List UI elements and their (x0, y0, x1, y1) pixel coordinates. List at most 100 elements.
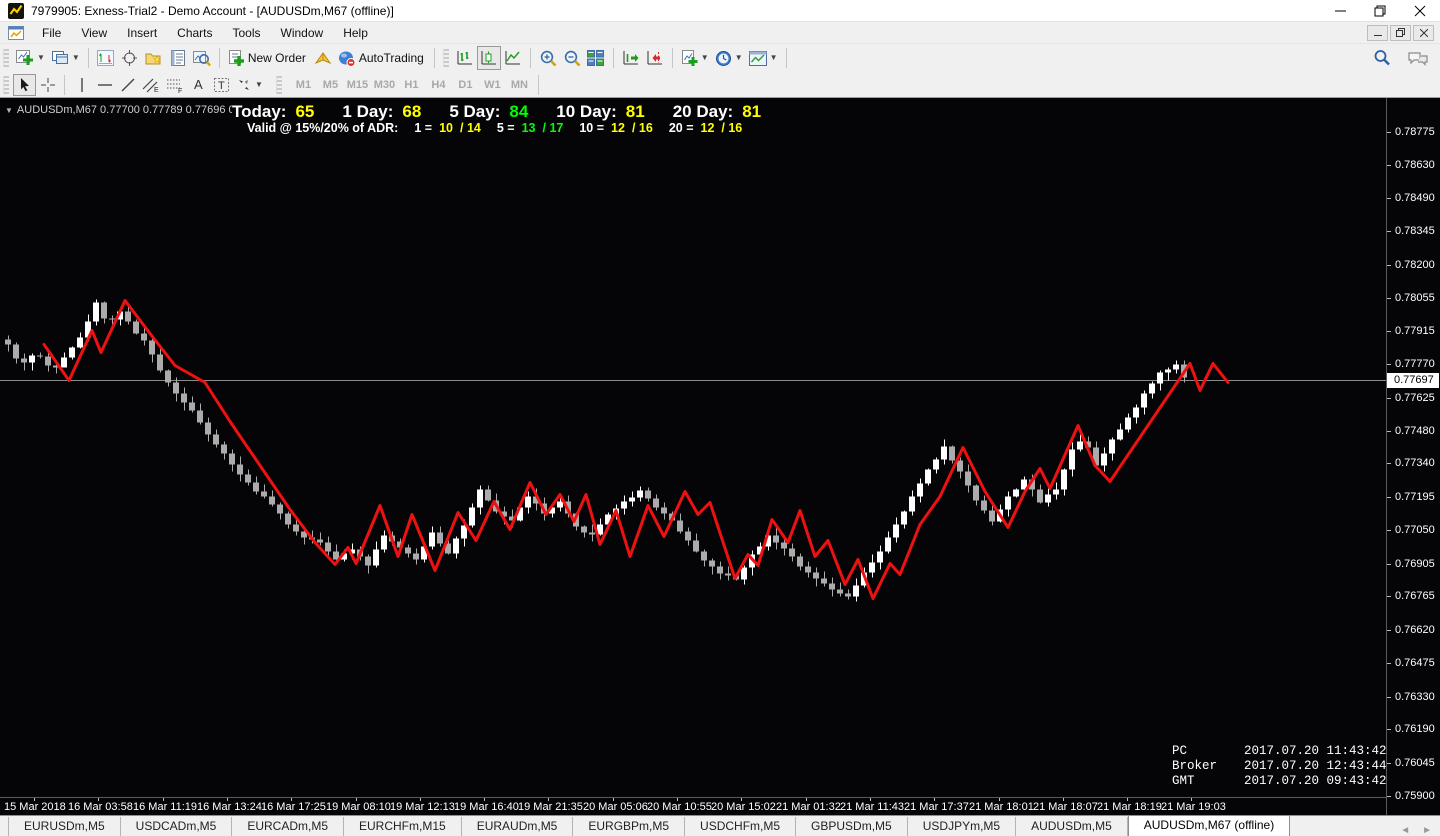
time-axis-tick (934, 798, 935, 801)
chart-tab-gbpusdm-m5[interactable]: GBPUSDm,M5 (796, 817, 908, 836)
text-label-button[interactable]: T (210, 74, 233, 96)
crosshair-button[interactable] (36, 74, 59, 96)
timeframe-button-mn[interactable]: MN (506, 79, 533, 91)
mt4-application: { "window": { "title": "7979905: Exness-… (0, 0, 1440, 836)
timeframe-button-h1[interactable]: H1 (398, 79, 425, 91)
new-chart-button[interactable]: ▼ (13, 46, 48, 70)
market-watch-button[interactable] (94, 46, 118, 70)
mdi-minimize-button[interactable] (1367, 24, 1388, 41)
time-axis-tick (999, 798, 1000, 801)
chart-tab-eurusdm-m5[interactable]: EURUSDm,M5 (8, 817, 121, 836)
tile-windows-button[interactable] (584, 46, 608, 70)
text-button[interactable]: A (187, 74, 210, 96)
trendline-button[interactable] (116, 74, 139, 96)
menu-item-charts[interactable]: Charts (167, 23, 222, 43)
autotrading-label: AutoTrading (358, 51, 424, 65)
mdi-close-button[interactable] (1413, 24, 1434, 41)
timeframe-button-d1[interactable]: D1 (452, 79, 479, 91)
restore-button[interactable] (1360, 0, 1400, 21)
timeframe-button-m1[interactable]: M1 (290, 79, 317, 91)
zoom-in-button[interactable] (536, 46, 560, 70)
clock-row: GMT 2017.07.20 09:43:42 (1172, 774, 1387, 789)
time-axis-label: 19 Mar 08:10 (326, 801, 391, 813)
chart-tab-usdchfm-m5[interactable]: USDCHFm,M5 (685, 817, 797, 836)
menu-item-insert[interactable]: Insert (117, 23, 167, 43)
menu-item-file[interactable]: File (32, 23, 71, 43)
clock-name: Broker (1172, 759, 1218, 773)
time-axis-tick (34, 798, 35, 801)
horizontal-line-button[interactable] (93, 74, 116, 96)
price-axis-tick: 0.77770 (1387, 358, 1440, 370)
clock-row: Broker 2017.07.20 12:43:44 (1172, 759, 1387, 774)
time-axis-label: 19 Mar 16:40 (454, 801, 519, 813)
arrows-tool-button[interactable]: ▼ (233, 74, 266, 96)
timeframe-button-m5[interactable]: M5 (317, 79, 344, 91)
metaeditor-button[interactable] (311, 46, 335, 70)
mdi-restore-button[interactable] (1390, 24, 1411, 41)
auto-scroll-button[interactable] (619, 46, 643, 70)
chevron-down-icon: ▼ (5, 106, 13, 115)
indicators-button[interactable]: ▼ (678, 46, 712, 70)
strategy-tester-button[interactable] (190, 46, 214, 70)
menu-item-tools[interactable]: Tools (223, 23, 271, 43)
price-axis[interactable]: 0.78775 0.78630 0.78490 0.78345 0.78200 0.780… (1387, 98, 1440, 815)
menu-item-view[interactable]: View (71, 23, 117, 43)
time-axis-tick (1191, 798, 1192, 801)
vertical-line-button[interactable] (70, 74, 93, 96)
chart-tab-usdjpym-m5[interactable]: USDJPYm,M5 (908, 817, 1017, 836)
tab-scroll-left-icon[interactable]: ◄ (1400, 825, 1410, 836)
chart-tab-eurcadm-m5[interactable]: EURCADm,M5 (232, 817, 345, 836)
chart-tab-eurchfm-m15[interactable]: EURCHFm,M15 (344, 817, 462, 836)
chart-tab-euraudm-m5[interactable]: EURAUDm,M5 (462, 817, 574, 836)
timeframe-button-m15[interactable]: M15 (344, 79, 371, 91)
menu-item-window[interactable]: Window (271, 23, 334, 43)
time-axis[interactable]: 15 Mar 2018 16 Mar 03:58 16 Mar 11:19 16 Ma… (0, 798, 1386, 815)
toolbar-separator (529, 48, 531, 68)
time-axis-tick (1063, 798, 1064, 801)
chart-shift-button[interactable] (643, 46, 667, 70)
price-axis-tick: 0.76330 (1387, 691, 1440, 703)
close-button[interactable] (1400, 0, 1440, 21)
tab-scroll-right-icon[interactable]: ► (1422, 825, 1432, 836)
price-axis-tick: 0.76045 (1387, 757, 1440, 769)
templates-button[interactable]: ▼ (746, 46, 781, 70)
price-axis-tick: 0.77340 (1387, 457, 1440, 469)
periods-button[interactable]: ▼ (712, 46, 746, 70)
price-axis-tick: 0.77050 (1387, 524, 1440, 536)
timeframe-button-h4[interactable]: H4 (425, 79, 452, 91)
terminal-button[interactable] (166, 46, 190, 70)
fibonacci-button[interactable]: F (163, 74, 187, 96)
chart-plot-area[interactable] (0, 98, 1386, 797)
data-window-button[interactable] (118, 46, 142, 70)
adr-valid-value: 12 (700, 121, 715, 135)
bar-chart-button[interactable] (453, 46, 477, 70)
chart-tab-bar: EURUSDm,M5 USDCADm,M5 EURCADm,M5 EURCHFm,M1… (0, 815, 1440, 836)
adr-valid-denominator: / 14 (460, 121, 481, 135)
menu-item-help[interactable]: Help (333, 23, 378, 43)
navigator-button[interactable] (142, 46, 166, 70)
toolbar-separator (537, 74, 539, 95)
timeframe-button-m30[interactable]: M30 (371, 79, 398, 91)
profiles-button[interactable]: ▼ (48, 46, 83, 70)
chart-tab-usdcadm-m5[interactable]: USDCADm,M5 (121, 817, 233, 836)
title-bar: 7979905: Exness-Trial2 - Demo Account - … (0, 0, 1440, 22)
search-icon[interactable] (1370, 46, 1394, 70)
line-chart-button[interactable] (501, 46, 525, 70)
timeframe-button-w1[interactable]: W1 (479, 79, 506, 91)
chevron-down-icon: ▼ (71, 53, 80, 62)
adr-stat: 20 Day: 81 (673, 102, 761, 122)
adr-stat: Today: 65 (232, 102, 314, 122)
candlestick-chart-button[interactable] (476, 46, 501, 70)
current-price-box: 0.77697 (1387, 372, 1439, 388)
chart-tab-audusdm-m67-offline-[interactable]: AUDUSDm,M67 (offline) (1127, 815, 1291, 836)
time-axis-tick (420, 798, 421, 801)
autotrading-button[interactable]: AutoTrading (335, 46, 429, 70)
new-order-button[interactable]: New Order (225, 46, 311, 70)
chart-tab-audusdm-m5[interactable]: AUDUSDm,M5 (1016, 817, 1128, 836)
community-chat-icon[interactable] (1404, 46, 1432, 70)
cursor-button[interactable] (13, 73, 36, 96)
zoom-out-button[interactable] (560, 46, 584, 70)
equidistant-channel-button[interactable]: E (139, 74, 163, 96)
minimize-button[interactable] (1320, 0, 1360, 21)
chart-tab-eurgbpm-m5[interactable]: EURGBPm,M5 (573, 817, 686, 836)
